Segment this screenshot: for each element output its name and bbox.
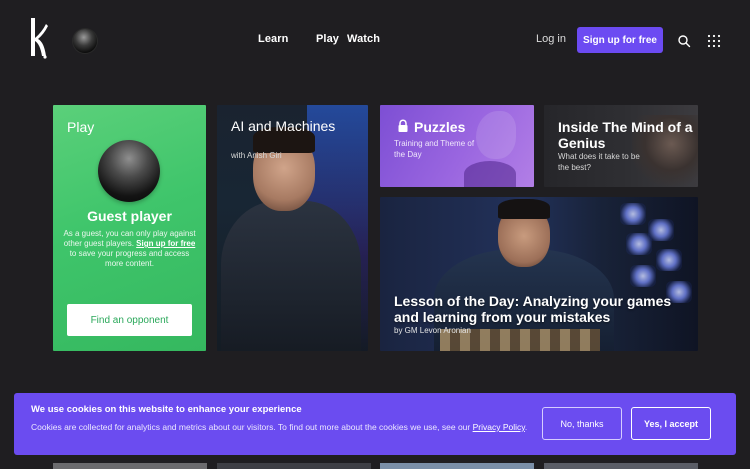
accept-cookies-button[interactable]: Yes, I accept <box>631 407 711 440</box>
find-opponent-button[interactable]: Find an opponent <box>67 304 192 336</box>
card-title: AI and Machines <box>231 118 336 134</box>
kasparovchess-logo[interactable] <box>26 16 50 60</box>
card-photo-hair <box>498 199 550 219</box>
lesson-of-the-day-card[interactable]: Lesson of the Day: Analyzing your games … <box>380 197 698 351</box>
card-title: Puzzles <box>414 119 466 135</box>
lock-icon <box>398 119 408 132</box>
top-header: Learn Play Watch Log in Sign up for free <box>0 0 750 80</box>
puzzles-card[interactable]: Puzzles Training and Theme of the Day <box>380 105 534 187</box>
decorative-shape <box>464 161 516 187</box>
decorative-light <box>656 249 682 271</box>
decorative-light <box>630 265 656 287</box>
next-row-card <box>53 463 207 469</box>
ai-machines-card[interactable]: AI and Machines with Anish Giri <box>217 105 368 351</box>
signup-button[interactable]: Sign up for free <box>577 27 663 53</box>
nav-learn[interactable]: Learn <box>258 33 316 45</box>
cookie-text-end: . <box>524 422 528 432</box>
cookie-text-body: Cookies are collected for analytics and … <box>31 422 473 432</box>
next-row-card <box>217 463 371 469</box>
avatar[interactable] <box>73 29 97 53</box>
decline-cookies-button[interactable]: No, thanks <box>542 407 622 440</box>
main-nav: Learn Play Watch <box>258 33 407 45</box>
card-subtitle: What does it take to be the best? <box>558 152 640 172</box>
guest-title: Guest player <box>87 208 172 224</box>
decorative-light <box>620 203 646 225</box>
guest-avatar <box>98 140 160 202</box>
guest-description: As a guest, you can only play against ot… <box>63 229 196 269</box>
guest-desc-text-end: to save your progress and access more co… <box>69 249 190 268</box>
card-subtitle: Training and Theme of the Day <box>394 139 475 159</box>
cookie-text: Cookies are collected for analytics and … <box>31 422 541 433</box>
cookie-title: We use cookies on this website to enhanc… <box>31 404 302 415</box>
decorative-light <box>626 233 652 255</box>
guest-signup-link[interactable]: Sign up for free <box>136 239 195 248</box>
privacy-policy-link[interactable]: Privacy Policy <box>473 422 525 432</box>
card-section-label: Play <box>67 119 95 135</box>
card-photo <box>221 201 361 351</box>
next-row-card <box>544 463 698 469</box>
nav-watch[interactable]: Watch <box>347 33 407 45</box>
search-icon[interactable] <box>677 34 691 48</box>
next-row-card <box>380 463 534 469</box>
card-subtitle: with Anish Giri <box>231 151 282 160</box>
nav-play[interactable]: Play <box>316 33 347 45</box>
login-link[interactable]: Log in <box>536 33 566 45</box>
guest-player-card: Play Guest player As a guest, you can on… <box>53 105 206 351</box>
genius-card[interactable]: Inside The Mind of a Genius What does it… <box>544 105 698 187</box>
card-title: Inside The Mind of a Genius <box>558 119 693 151</box>
card-title: Lesson of the Day: Analyzing your games … <box>394 293 672 325</box>
grid-menu-icon[interactable] <box>707 34 721 48</box>
cookie-banner: We use cookies on this website to enhanc… <box>14 393 736 455</box>
card-subtitle: by GM Levon Aronian <box>394 326 471 335</box>
